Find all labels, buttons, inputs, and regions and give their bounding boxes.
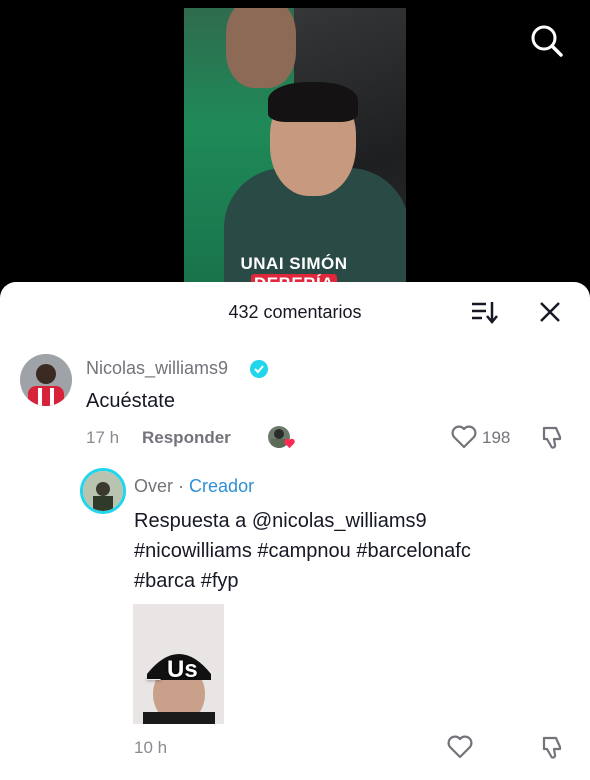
- reply-username-text: Over: [134, 476, 174, 496]
- like-heart-icon[interactable]: [451, 425, 477, 449]
- avatar[interactable]: [20, 354, 72, 406]
- like-count: 198: [482, 428, 511, 447]
- video-keeper-head: [226, 8, 296, 88]
- video-caption-prefix: UNAI SIMÓN: [240, 254, 348, 273]
- creator-avatar[interactable]: [80, 468, 126, 514]
- dislike-icon[interactable]: [540, 734, 566, 760]
- video-creator-hair: [268, 82, 358, 122]
- sort-icon[interactable]: [470, 299, 498, 325]
- dislike-icon[interactable]: [540, 424, 566, 450]
- reply-separator: ·: [178, 476, 185, 496]
- reply-button[interactable]: Responder: [142, 428, 231, 448]
- reply-username[interactable]: Over · Creador: [134, 476, 254, 497]
- creator-badge: Creador: [189, 476, 255, 496]
- comment-time: 17 h: [86, 428, 120, 447]
- search-icon[interactable]: [530, 24, 564, 58]
- verified-badge-icon: [250, 360, 268, 378]
- reply-line-3: #barca #fyp: [134, 570, 239, 592]
- heart-small-icon: [284, 438, 295, 449]
- reply-line-1: Respuesta a @nicolas_williams9: [134, 510, 427, 532]
- creator-avatar-photo-icon: [83, 471, 123, 511]
- comment-username[interactable]: Nicolas_williams9: [86, 358, 228, 379]
- comments-count: 432 comentarios: [228, 302, 362, 322]
- comment-text: Acuéstate: [86, 390, 175, 412]
- thumbnail-overlay-text: _ Us: [147, 656, 198, 683]
- video-reply-thumbnail[interactable]: _ Us: [133, 604, 224, 724]
- comments-sheet: 432 comentarios Nicolas_williams9 Acuést…: [0, 282, 590, 780]
- video-player[interactable]: UNAI SIMÓN DEBERÍA: [0, 0, 590, 300]
- reply-time: 10 h: [134, 738, 168, 757]
- reply-line-2: #nicowilliams #campnou #barcelonafc: [134, 540, 471, 562]
- video-frame: UNAI SIMÓN DEBERÍA: [184, 8, 406, 300]
- like-heart-icon[interactable]: [447, 735, 473, 759]
- close-icon[interactable]: [537, 299, 563, 325]
- avatar-photo-icon: [20, 354, 72, 406]
